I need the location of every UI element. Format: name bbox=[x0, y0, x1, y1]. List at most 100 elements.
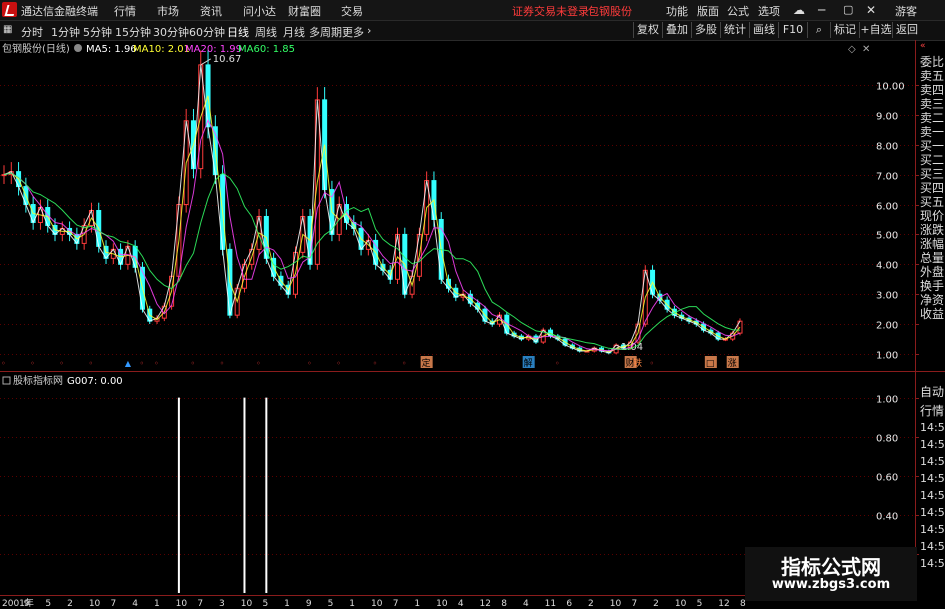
tab-monthly[interactable]: 月线 bbox=[283, 24, 305, 40]
annotation-leader bbox=[200, 58, 212, 66]
y-tick-label: 1.00 bbox=[876, 351, 898, 362]
event-marker: ◦ bbox=[555, 359, 560, 368]
ma10-legend: MA10: 2.01 bbox=[133, 44, 190, 55]
close-icon[interactable]: ✕ bbox=[866, 3, 876, 17]
menu-wenxiaoda[interactable]: 财富圈 bbox=[288, 3, 321, 19]
tab-more[interactable]: 更多 bbox=[342, 24, 364, 40]
event-marker: ◦ bbox=[88, 359, 93, 368]
price-candles: 10.671.04 bbox=[1, 50, 743, 355]
x-tick-label: 10 bbox=[241, 599, 253, 609]
event-badge-label: 定 bbox=[422, 357, 431, 369]
x-tick-label: 4 bbox=[458, 599, 464, 609]
collapse-icon[interactable]: ◇ bbox=[848, 44, 856, 55]
menu-market-quotes[interactable]: 行情 bbox=[114, 3, 136, 19]
x-tick-label: 5 bbox=[45, 599, 51, 609]
tab-daily[interactable]: 日线 bbox=[227, 24, 249, 40]
x-tick-label: 7 bbox=[393, 599, 399, 609]
event-marker: ◦ bbox=[373, 359, 378, 368]
y-tick-label: 9.00 bbox=[876, 112, 898, 123]
side-time: 14:5 bbox=[920, 523, 945, 536]
draw-line-button[interactable]: 画线 bbox=[749, 22, 778, 38]
y-tick-label: 0.60 bbox=[876, 473, 898, 484]
trade-login-status[interactable]: 证券交易未登录 bbox=[512, 3, 589, 19]
x-tick-label: 11 bbox=[545, 599, 556, 609]
close-panel-icon[interactable]: ✕ bbox=[862, 44, 870, 55]
menu-functions[interactable]: 功能 bbox=[666, 3, 688, 19]
x-tick-label: 3 bbox=[219, 599, 225, 609]
x-tick-label: 12 bbox=[718, 599, 729, 609]
f10-button[interactable]: F10 bbox=[778, 22, 807, 38]
x-tick-label: 2 bbox=[653, 599, 659, 609]
event-marker: ▲ bbox=[125, 359, 132, 368]
menu-layout[interactable]: 版面 bbox=[697, 3, 719, 19]
x-tick-label: 6 bbox=[566, 599, 572, 609]
menu-market[interactable]: 市场 bbox=[157, 3, 179, 19]
x-tick-label: 2 bbox=[67, 599, 73, 609]
x-tick-label: 1 bbox=[414, 599, 420, 609]
side-item[interactable]: 自动 bbox=[920, 383, 944, 400]
side-time: 14:5 bbox=[920, 540, 945, 553]
y-tick-label: 8.00 bbox=[876, 142, 898, 153]
main-chart-header: 包钢股份(日线) MA5: 1.96 MA10: 2.01 MA20: 1.99… bbox=[2, 42, 870, 55]
kline-chart[interactable]: 10.671.04 ◦ ◦ ◦ ◦ ▲ ◦ ◦ ◦ ◦ ◦ ◦ ◦ ◦ ◦ 定解 ◦ 财铁 ◦ □ 涨 10.009.… bbox=[0, 40, 945, 609]
tab-intraday[interactable]: 分时 bbox=[21, 24, 43, 40]
event-marker: ◦ bbox=[154, 359, 159, 368]
event-marker: ◦ bbox=[650, 359, 655, 368]
adjust-button[interactable]: 复权 bbox=[633, 22, 662, 38]
side-expand-icon[interactable]: « bbox=[920, 41, 926, 51]
event-marker: ◦ bbox=[256, 359, 261, 368]
cloud-icon[interactable]: ☁ bbox=[793, 3, 805, 17]
tab-15min[interactable]: 15分钟 bbox=[115, 24, 151, 40]
x-tick-label: 5 bbox=[697, 599, 703, 609]
side-time: 14:5 bbox=[920, 506, 945, 519]
menu-news[interactable]: 资讯 bbox=[200, 3, 222, 19]
x-tick-label: 10 bbox=[371, 599, 383, 609]
side-item: 收益 bbox=[920, 307, 945, 321]
event-marker: ◦ bbox=[30, 359, 35, 368]
back-button[interactable]: 返回 bbox=[892, 22, 921, 38]
tab-multi-period[interactable]: 多周期 bbox=[309, 24, 342, 40]
tab-60min[interactable]: 60分钟 bbox=[189, 24, 225, 40]
search-icon[interactable]: ⌕ bbox=[807, 22, 830, 38]
tab-30min[interactable]: 30分钟 bbox=[153, 24, 189, 40]
side-time: 14:5 bbox=[920, 472, 945, 485]
grid-icon[interactable]: ▦ bbox=[3, 24, 12, 35]
watermark-url: www.zbgs3.com bbox=[771, 577, 891, 592]
x-tick-label: 1 bbox=[349, 599, 355, 609]
event-markers: ◦ ◦ ◦ ◦ ▲ ◦ ◦ ◦ ◦ ◦ ◦ ◦ ◦ ◦ 定解 ◦ 财铁 ◦ □ 涨 bbox=[1, 356, 739, 369]
date-axis: 2001年9 5 2 10 7 4 1 10 7 3 10 5 1 9 5 1 10 7 1 10 4 12 8 4 11 6 2 1… bbox=[2, 597, 746, 609]
mark-button[interactable]: 标记 bbox=[830, 22, 859, 38]
side-item[interactable]: 行情 bbox=[920, 402, 944, 419]
chart-title: 包钢股份(日线) bbox=[2, 42, 70, 55]
ma10-line bbox=[3, 95, 741, 353]
menu-wealth-circle[interactable]: 交易 bbox=[341, 3, 363, 19]
tab-1min[interactable]: 1分钟 bbox=[51, 24, 80, 40]
x-tick-label: 7 bbox=[631, 599, 637, 609]
menu-formula[interactable]: 公式 bbox=[727, 3, 749, 19]
x-tick-label: 7 bbox=[111, 599, 117, 609]
price-grid bbox=[0, 85, 915, 355]
event-marker: ◦ bbox=[139, 359, 144, 368]
tab-5min[interactable]: 5分钟 bbox=[83, 24, 112, 40]
side-time: 14:5 bbox=[920, 455, 945, 468]
side-time: 14:5 bbox=[920, 438, 945, 451]
tab-weekly[interactable]: 周线 bbox=[255, 24, 277, 40]
indicator-toggle-icon[interactable] bbox=[2, 376, 11, 385]
minimize-icon[interactable]: ─ bbox=[818, 3, 825, 17]
y-tick-label: 10.00 bbox=[876, 82, 905, 93]
guest-user[interactable]: 游客 bbox=[895, 3, 917, 19]
multi-stock-button[interactable]: 多股 bbox=[691, 22, 720, 38]
settings-dot-icon[interactable] bbox=[74, 44, 82, 52]
menu-options[interactable]: 选项 bbox=[758, 3, 780, 19]
chevron-right-icon[interactable]: › bbox=[367, 24, 371, 37]
y-tick-label: 2.00 bbox=[876, 321, 898, 332]
overlay-button[interactable]: 叠加 bbox=[662, 22, 691, 38]
menu-reports[interactable]: 问小达 bbox=[243, 3, 276, 19]
add-watchlist-button[interactable]: +自选 bbox=[859, 22, 892, 38]
ma5-line bbox=[3, 64, 741, 354]
stats-button[interactable]: 统计 bbox=[720, 22, 749, 38]
event-badge-label: 涨 bbox=[728, 358, 737, 369]
maximize-icon[interactable]: ▢ bbox=[843, 3, 853, 16]
ma5-legend: MA5: 1.96 bbox=[86, 44, 137, 55]
price-annotation: 10.67 bbox=[213, 54, 242, 65]
